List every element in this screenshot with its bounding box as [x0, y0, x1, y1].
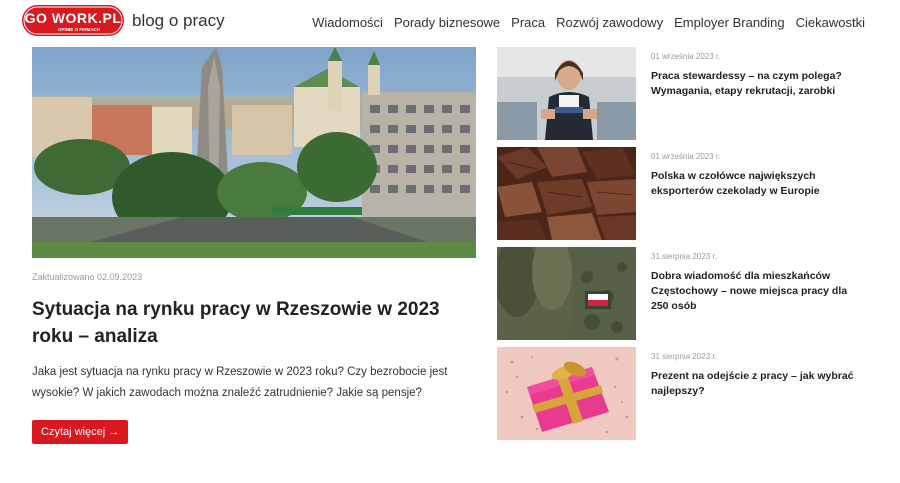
nav-item-porady-biznesowe[interactable]: Porady biznesowe [394, 15, 500, 30]
svg-text:OPINIE O FIRMACH: OPINIE O FIRMACH [58, 27, 100, 32]
chocolate-thumbnail[interactable] [497, 147, 636, 240]
stewardess-photo [497, 47, 636, 140]
list-item-date: 01 września 2023 r. [651, 52, 721, 61]
list-item-date: 01 września 2023 r. [651, 152, 721, 161]
list-item-date: 31 sierpnia 2023 r. [651, 352, 717, 361]
svg-text:GO WORK.PL: GO WORK.PL [25, 10, 122, 26]
list-item-title[interactable]: Prezent na odejście z pracy – jak wybrać… [651, 369, 866, 399]
blog-title: blog o pracy [132, 11, 225, 30]
site-header: GO WORK.PL OPINIE O FIRMACH blog o pracy… [0, 0, 900, 44]
stewardess-thumbnail[interactable] [497, 47, 636, 140]
gift-photo [497, 347, 636, 440]
list-item: 01 września 2023 r. Polska w czołówce na… [497, 147, 877, 240]
nav-item-praca[interactable]: Praca [511, 15, 545, 30]
list-item-title[interactable]: Praca stewardessy – na czym polega? Wyma… [651, 69, 866, 99]
nav-item-wiadomosci[interactable]: Wiadomości [312, 15, 383, 30]
article-title[interactable]: Sytuacja na rynku pracy w Rzeszowie w 20… [32, 296, 476, 350]
list-item-date: 31 sierpnia 2023 r. [651, 252, 717, 261]
article-date: Zaktualizowano 02.09.2023 [32, 272, 143, 282]
chocolate-photo [497, 147, 636, 240]
soldiers-thumbnail[interactable] [497, 247, 636, 340]
nav-item-employer-branding[interactable]: Employer Branding [674, 15, 785, 30]
list-item-title[interactable]: Polska w czołówce największych eksporter… [651, 169, 866, 199]
logo-image: GO WORK.PL OPINIE O FIRMACH [22, 5, 124, 36]
read-more-button[interactable]: Czytaj więcej → [32, 420, 129, 444]
list-item: 01 września 2023 r. Praca stewardessy – … [497, 47, 877, 140]
nav-item-rozwoj-zawodowy[interactable]: Rozwój zawodowy [556, 15, 663, 30]
soldiers-photo [497, 247, 636, 340]
featured-article-image[interactable] [32, 47, 476, 258]
main-nav: Wiadomości Porady biznesowe Praca Rozwój… [312, 15, 865, 30]
featured-article: Zaktualizowano 02.09.2023 Sytuacja na ry… [32, 47, 476, 444]
nav-item-ciekawostki[interactable]: Ciekawostki [796, 15, 865, 30]
list-item: 31 sierpnia 2023 r. Dobra wiadomość dla … [497, 247, 877, 340]
gowork-logo[interactable]: GO WORK.PL OPINIE O FIRMACH [21, 4, 125, 37]
city-photo [32, 47, 476, 258]
list-item: 31 sierpnia 2023 r. Prezent na odejście … [497, 347, 877, 440]
gift-thumbnail[interactable] [497, 347, 636, 440]
list-item-title[interactable]: Dobra wiadomość dla mieszkańców Częstoch… [651, 269, 866, 314]
article-excerpt: Jaka jest sytuacja na rynku pracy w Rzes… [32, 366, 448, 399]
